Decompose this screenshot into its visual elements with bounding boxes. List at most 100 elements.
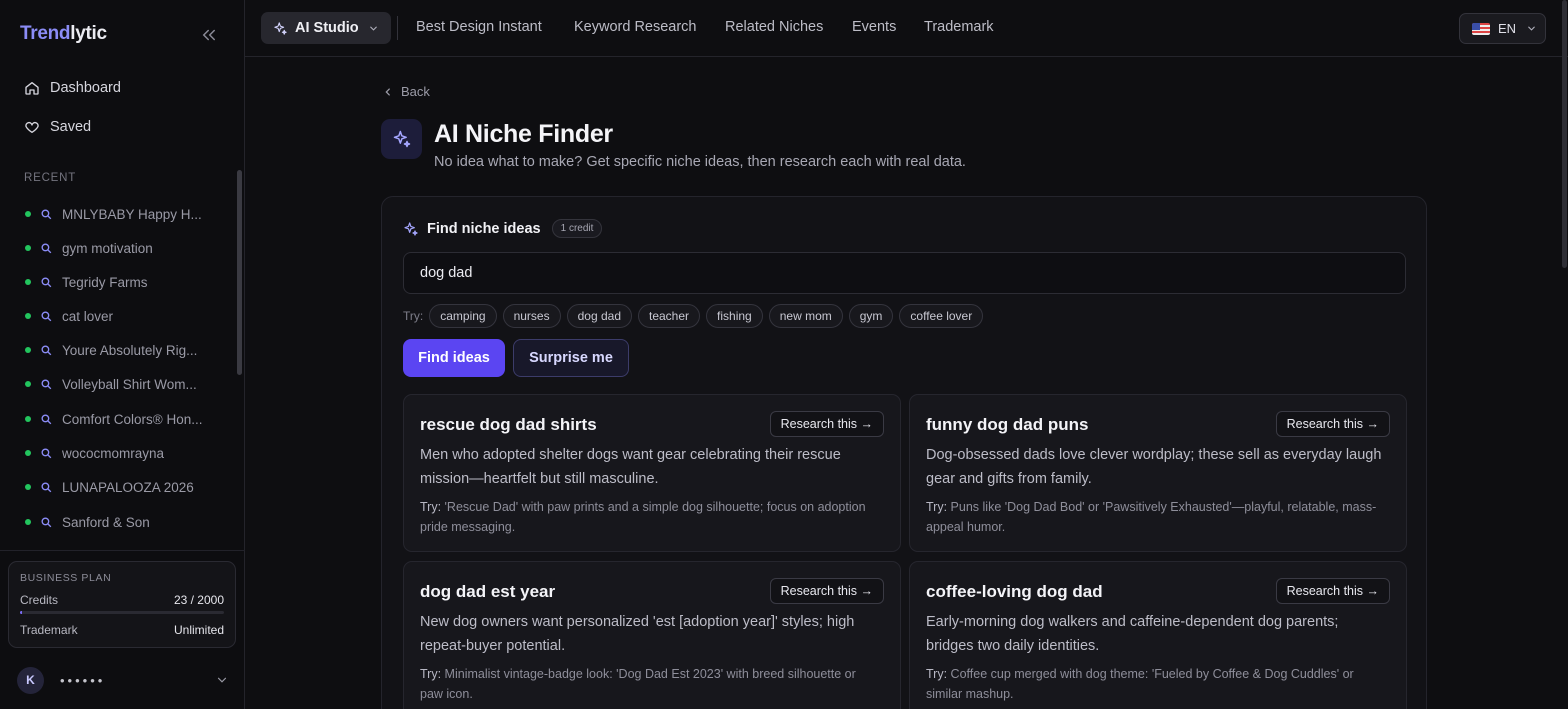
recent-item[interactable]: Tegridy Farms (25, 272, 148, 292)
idea-card: coffee-loving dog dad Research this → Ea… (909, 561, 1407, 709)
chevron-left-icon (385, 87, 390, 96)
chip-teacher[interactable]: teacher (638, 304, 701, 328)
search-icon (41, 208, 52, 219)
recent-item-label: gym motivation (62, 240, 153, 256)
status-dot (25, 416, 31, 422)
nav-link-events[interactable]: Events (852, 19, 896, 35)
research-this-button[interactable]: Research this → (1275, 578, 1390, 604)
divider (397, 16, 398, 40)
user-name: •••••• (60, 672, 106, 688)
plan-title: BUSINESS PLAN (20, 572, 112, 584)
chevron-down-icon (369, 26, 377, 31)
recent-item[interactable]: cat lover (25, 306, 113, 326)
avatar: K (17, 666, 44, 694)
chip-gym[interactable]: gym (848, 304, 894, 328)
back-link[interactable]: Back (383, 84, 430, 99)
idea-title: coffee-loving dog dad (926, 582, 1103, 601)
top-bar: AI Studio Best Design Instant Keyword Re… (245, 0, 1568, 57)
idea-title: funny dog dad puns (926, 415, 1089, 434)
credits-progress-bar (20, 611, 224, 614)
back-label: Back (401, 84, 430, 99)
idea-try: Try: Puns like 'Dog Dad Bod' or 'Pawsiti… (926, 500, 1377, 534)
chip-coffee-lover[interactable]: coffee lover (899, 304, 984, 328)
idea-try: Try: 'Rescue Dad' with paw prints and a … (420, 500, 866, 534)
recent-item[interactable]: MNLYBABY Happy H... (25, 204, 202, 224)
search-icon (41, 481, 52, 492)
sidebar-item-dashboard[interactable]: Dashboard (24, 77, 121, 99)
recent-item[interactable]: LUNAPALOOZA 2026 (25, 477, 194, 497)
research-this-button[interactable]: Research this → (769, 411, 884, 437)
search-icon (41, 344, 52, 355)
recent-item[interactable]: gym motivation (25, 238, 153, 258)
idea-try: Try: Coffee cup merged with dog theme: '… (926, 667, 1354, 701)
niche-finder-panel: Find niche ideas 1 credit Try: camping n… (381, 196, 1427, 709)
recent-item-label: Youre Absolutely Rig... (62, 342, 198, 358)
trademark-label: Trademark (20, 623, 78, 637)
collapse-sidebar-icon[interactable] (200, 26, 218, 44)
trademark-value: Unlimited (173, 623, 224, 637)
recent-item[interactable]: wococmomrayna (25, 443, 164, 463)
nav-link-keyword-research[interactable]: Keyword Research (574, 19, 697, 35)
trademark-row: Trademark Unlimited (20, 623, 224, 637)
status-dot (25, 313, 31, 319)
chip-dog-dad[interactable]: dog dad (566, 304, 632, 328)
status-dot (25, 519, 31, 525)
nav-link-best-design-instant[interactable]: Best Design Instant (416, 19, 542, 35)
recent-heading: RECENT (24, 172, 77, 184)
chip-camping[interactable]: camping (429, 304, 497, 328)
status-dot (25, 347, 31, 353)
chip-fishing[interactable]: fishing (706, 304, 763, 328)
find-ideas-button[interactable]: Find ideas (403, 339, 505, 377)
recent-item[interactable]: Sanford & Son (25, 512, 150, 532)
page-title: AI Niche Finder (434, 120, 613, 148)
language-label: EN (1498, 21, 1517, 36)
status-dot (25, 484, 31, 490)
credit-badge: 1 credit (551, 219, 603, 238)
sparkle-icon (274, 21, 287, 35)
nav-link-related-niches[interactable]: Related Niches (725, 19, 823, 35)
idea-title: dog dad est year (420, 582, 556, 601)
search-icon (41, 276, 52, 287)
chip-nurses[interactable]: nurses (502, 304, 561, 328)
home-icon (25, 82, 39, 95)
surprise-me-button[interactable]: Surprise me (513, 339, 629, 377)
nav-link-trademark[interactable]: Trademark (924, 19, 994, 35)
sparkle-icon (404, 221, 418, 236)
sidebar-item-saved[interactable]: Saved (24, 116, 91, 138)
ai-studio-label: AI Studio (295, 20, 359, 36)
recent-item[interactable]: Youre Absolutely Rig... (25, 340, 197, 360)
try-label: Try: (403, 309, 424, 323)
recent-item-label: LUNAPALOOZA 2026 (62, 479, 194, 495)
ai-studio-dropdown[interactable]: AI Studio (261, 12, 391, 44)
suggestion-chips: Try: camping nurses dog dad teacher fish… (403, 304, 984, 328)
recent-list: MNLYBABY Happy H... gym motivation Tegri… (0, 198, 238, 548)
idea-card: rescue dog dad shirts Research this → Me… (403, 394, 901, 552)
search-icon (41, 516, 52, 527)
sidebar-scrollbar[interactable] (237, 170, 242, 375)
research-this-button[interactable]: Research this → (1275, 411, 1390, 437)
language-selector[interactable]: EN (1459, 13, 1546, 44)
research-this-button[interactable]: Research this → (769, 578, 884, 604)
credits-label: Credits (20, 593, 59, 607)
idea-try: Try: Minimalist vintage-badge look: 'Dog… (420, 667, 856, 701)
idea-description: Men who adopted shelter dogs want gear c… (420, 447, 841, 487)
sidebar-item-label: Dashboard (50, 80, 121, 96)
chevron-down-icon (1528, 26, 1535, 31)
recent-item[interactable]: Volleyball Shirt Wom... (25, 374, 197, 394)
search-icon (41, 447, 52, 458)
recent-item-label: Comfort Colors® Hon... (62, 411, 203, 427)
status-dot (25, 450, 31, 456)
niche-search-input[interactable] (403, 252, 1406, 294)
app-logo[interactable]: Trendlytic (20, 23, 107, 45)
idea-description: New dog owners want personalized 'est [a… (420, 614, 855, 654)
search-icon (41, 378, 52, 389)
user-menu[interactable]: K •••••• (17, 666, 229, 694)
find-header: Find niche ideas 1 credit (403, 219, 603, 238)
recent-item-label: Volleyball Shirt Wom... (62, 376, 197, 392)
main-scrollbar[interactable] (1562, 0, 1567, 268)
recent-item-label: cat lover (62, 308, 114, 324)
idea-card: dog dad est year Research this → New dog… (403, 561, 901, 709)
recent-item[interactable]: Comfort Colors® Hon... (25, 409, 202, 429)
credits-progress-fill (20, 611, 23, 614)
chip-new-mom[interactable]: new mom (768, 304, 843, 328)
